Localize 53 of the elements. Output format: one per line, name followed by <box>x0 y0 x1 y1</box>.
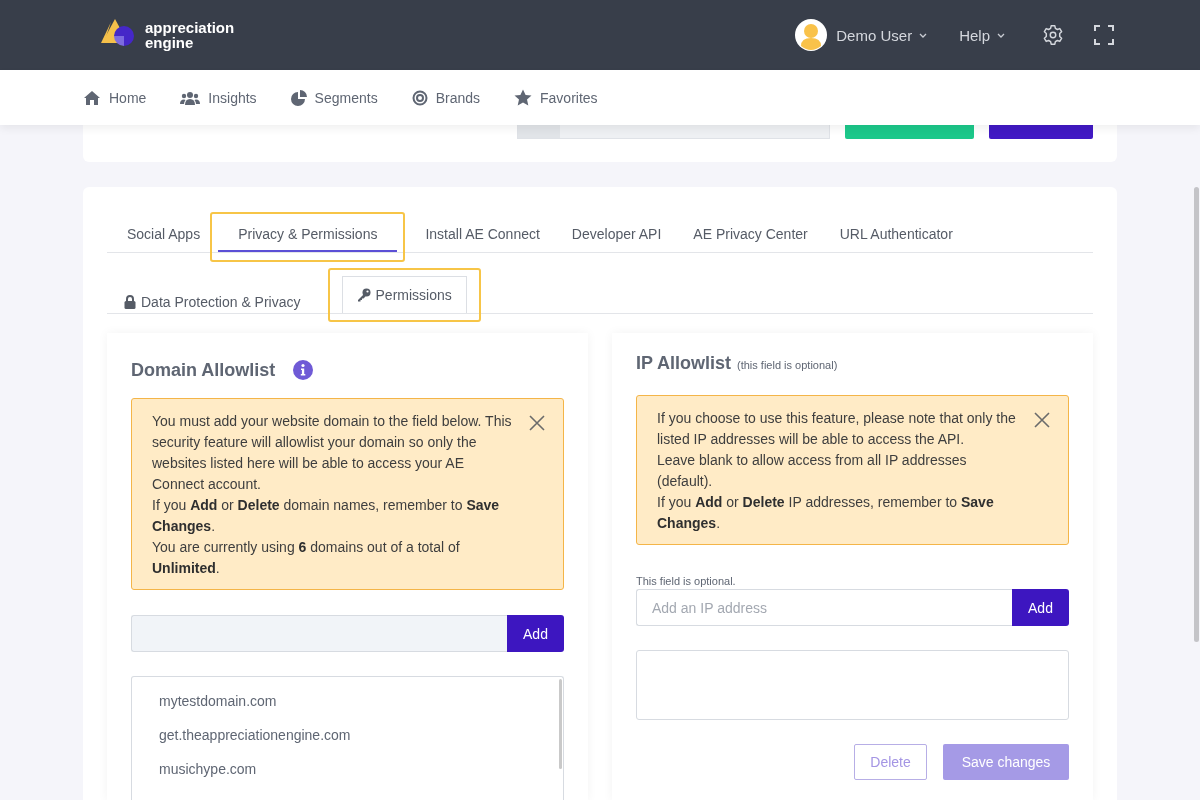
home-icon <box>83 89 101 106</box>
tab[interactable]: Privacy & Permissions <box>218 214 398 252</box>
nav-link[interactable]: Favorites <box>514 89 598 106</box>
tab[interactable]: Social Apps <box>109 214 215 252</box>
logo-text: appreciation engine <box>145 20 235 50</box>
field-label: This field is optional. <box>636 575 737 587</box>
lock-icon <box>124 295 136 309</box>
close-button[interactable] <box>529 415 545 431</box>
panel-title: Domain Allowlist <box>131 359 276 381</box>
tab[interactable]: AE Privacy Center <box>679 214 822 252</box>
nav-link[interactable]: Home <box>83 89 147 106</box>
tab[interactable]: Install AE Connect <box>411 214 554 252</box>
scrollbar-thumb[interactable] <box>1194 187 1199 642</box>
help-menu[interactable]: Help <box>957 26 1005 44</box>
info-icon <box>293 360 314 380</box>
key-icon <box>356 288 371 302</box>
domain-item[interactable]: musichype.com <box>159 752 257 786</box>
alert-text: If you choose to use this feature, please note that only the listed IP addresses will be able to access the API. <box>657 409 1017 449</box>
tab[interactable]: URL Authenticator <box>825 214 967 252</box>
action-button[interactable] <box>989 125 1093 139</box>
alert-text: You are currently using 6 domains out of a total of Unlimited. <box>152 538 461 578</box>
domain-item[interactable]: mytestdomain.com <box>159 684 277 718</box>
close-button[interactable] <box>1034 412 1050 428</box>
action-button[interactable] <box>845 125 974 139</box>
nav-link[interactable]: Brands <box>411 89 480 106</box>
search-field[interactable] <box>517 125 830 139</box>
chevron-down-icon <box>919 32 928 38</box>
avatar-icon <box>795 19 828 51</box>
ip-address-input[interactable]: Add an IP address <box>636 589 1012 626</box>
settings-button[interactable] <box>1041 23 1065 47</box>
nav-link[interactable]: Segments <box>290 89 378 106</box>
panel-note: (this field is optional) <box>737 359 838 371</box>
subtab[interactable]: Permissions <box>341 276 467 313</box>
domain-item[interactable]: get.theappreciationengine.com <box>159 718 351 752</box>
nav-link[interactable]: Insights <box>180 89 257 106</box>
alert-text: You must add your website domain to the field below. This security feature will allowlist your domain so only the websites listed here will be able to access your AE Connect account. <box>152 412 512 494</box>
fullscreen-button[interactable] <box>1092 23 1116 47</box>
add-button[interactable]: Add <box>507 615 564 652</box>
alert-text: Leave blank to allow access from all IP addresses (default). <box>657 451 968 491</box>
add-button[interactable]: Add <box>1012 589 1069 626</box>
target-icon <box>411 89 428 106</box>
alert-text: If you Add or Delete IP addresses, remember to Save Changes. <box>657 493 995 533</box>
chevron-down-icon <box>997 32 1005 38</box>
pie-chart-icon <box>290 89 307 106</box>
domain-input[interactable] <box>131 615 507 652</box>
user-menu[interactable]: Demo User <box>795 19 928 51</box>
alert-text: If you Add or Delete domain names, remember to Save Changes. <box>152 496 501 536</box>
tab[interactable]: Developer API <box>557 214 676 252</box>
panel-title: IP Allowlist <box>636 353 732 374</box>
people-icon <box>180 90 201 105</box>
scrollbar-thumb[interactable] <box>559 679 562 769</box>
star-icon <box>514 89 532 106</box>
subtab[interactable]: Data Protection & Privacy <box>121 283 316 320</box>
